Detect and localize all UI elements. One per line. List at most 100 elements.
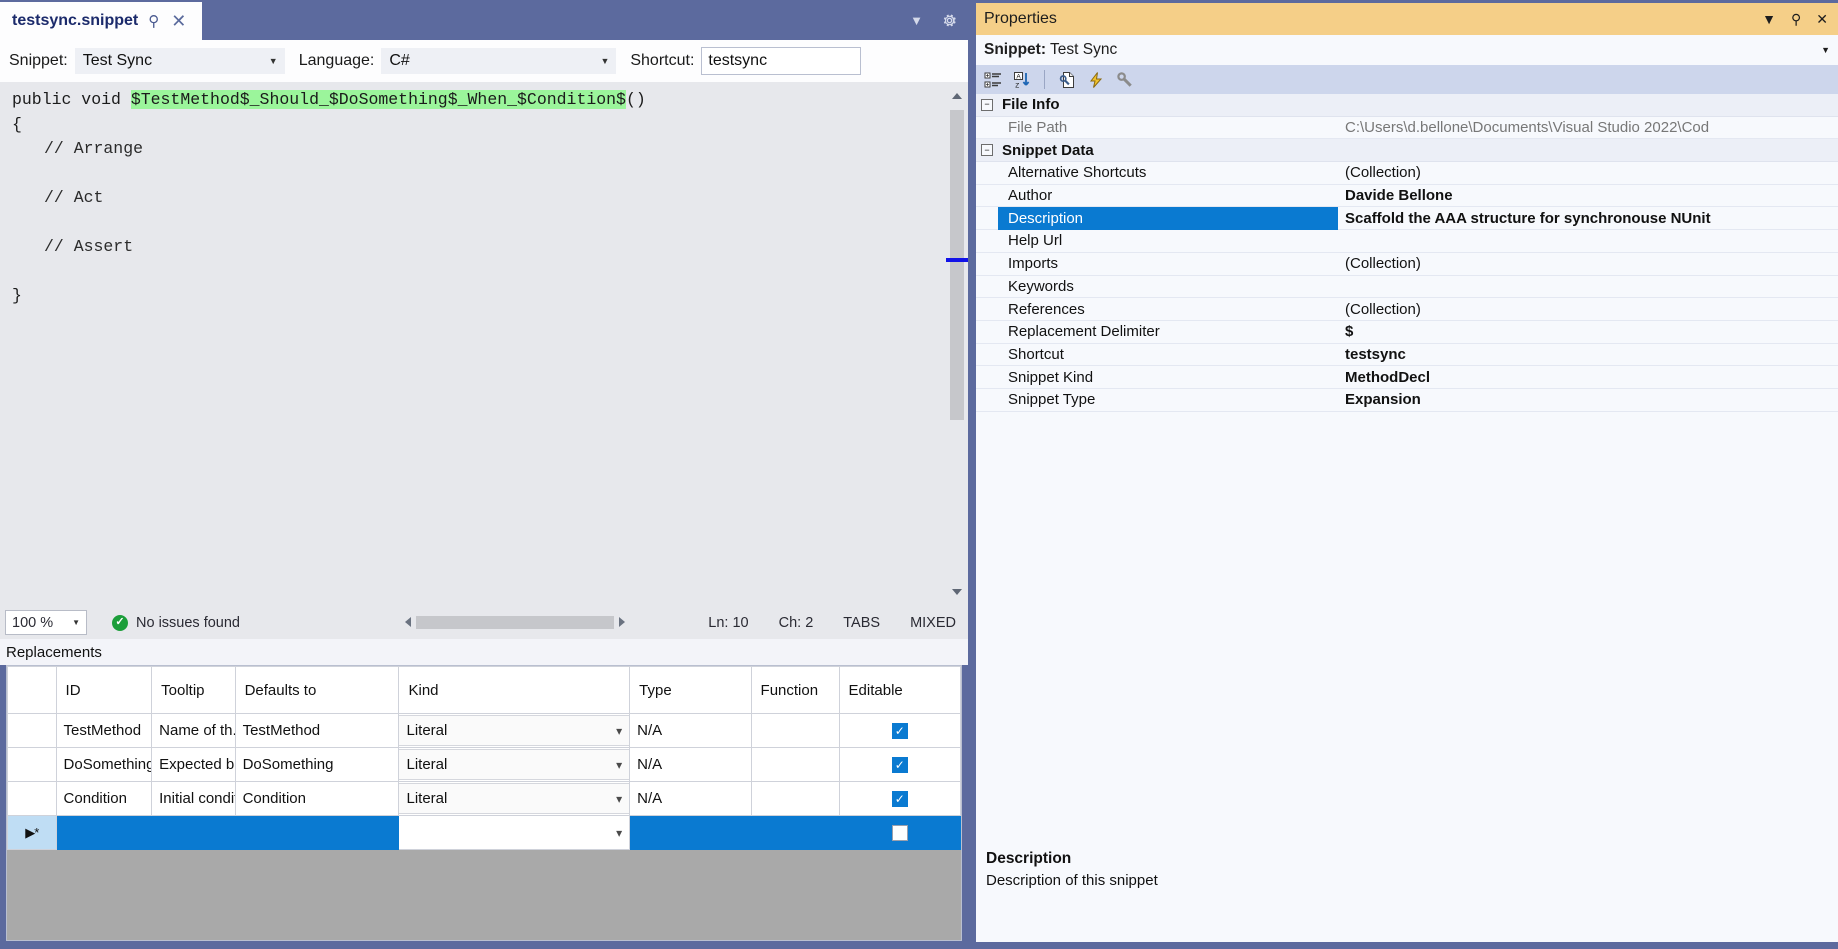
- property-category-file-info[interactable]: − File Info: [976, 94, 1838, 117]
- cell-defaults-to[interactable]: [234, 815, 400, 850]
- property-value[interactable]: (Collection): [1338, 164, 1838, 181]
- property-row-snippet-kind[interactable]: Snippet Kind MethodDecl: [976, 366, 1838, 389]
- shortcut-input[interactable]: testsync: [701, 47, 862, 75]
- property-row-replacement-delimiter[interactable]: Replacement Delimiter $: [976, 321, 1838, 344]
- properties-grid[interactable]: − File Info File Path C:\Users\d.bellone…: [976, 94, 1838, 842]
- row-marker[interactable]: [7, 781, 57, 816]
- categorized-icon[interactable]: [982, 69, 1004, 90]
- row-marker-new[interactable]: ▶*: [7, 815, 57, 850]
- language-combo[interactable]: C# ▼: [381, 48, 617, 74]
- table-row[interactable]: DoSomething Expected b... DoSomething Li…: [7, 747, 962, 782]
- cell-defaults-to[interactable]: DoSomething: [234, 747, 400, 782]
- chevron-down-icon[interactable]: ▾: [616, 826, 622, 840]
- cell-tooltip[interactable]: Expected b...: [151, 747, 236, 782]
- chevron-down-icon[interactable]: ▼: [1762, 12, 1776, 26]
- cell-type[interactable]: [629, 815, 752, 850]
- cell-kind[interactable]: Literal ▾: [398, 713, 631, 748]
- col-kind[interactable]: Kind: [398, 666, 631, 714]
- cell-kind[interactable]: ▾: [398, 815, 631, 850]
- property-row-snippet-type[interactable]: Snippet Type Expansion: [976, 389, 1838, 412]
- cell-type[interactable]: N/A: [629, 713, 752, 748]
- property-value[interactable]: Expansion: [1338, 391, 1838, 408]
- cell-defaults-to[interactable]: TestMethod: [234, 713, 400, 748]
- property-row-references[interactable]: References (Collection): [976, 298, 1838, 321]
- cell-kind[interactable]: Literal ▾: [398, 747, 631, 782]
- property-value[interactable]: $: [1338, 323, 1838, 340]
- events-icon[interactable]: [1085, 69, 1107, 90]
- scrollbar-thumb[interactable]: [950, 110, 964, 420]
- cell-function[interactable]: [750, 747, 840, 782]
- property-row-alternative-shortcuts[interactable]: Alternative Shortcuts (Collection): [976, 162, 1838, 185]
- cell-tooltip[interactable]: [151, 815, 236, 850]
- editor-horizontal-scrollbar[interactable]: [400, 611, 630, 633]
- property-row-help-url[interactable]: Help Url: [976, 230, 1838, 253]
- code-editor[interactable]: public void $TestMethod$_Should_$DoSomet…: [0, 82, 968, 606]
- chevron-down-icon[interactable]: ▼: [1821, 45, 1830, 55]
- cell-function[interactable]: [750, 815, 840, 850]
- collapse-toggle[interactable]: −: [976, 144, 998, 157]
- cell-defaults-to[interactable]: Condition: [234, 781, 400, 816]
- editable-checkbox[interactable]: ✓: [891, 756, 908, 773]
- cell-editable[interactable]: ✓: [838, 815, 962, 850]
- table-row[interactable]: Condition Initial condit... Condition Li…: [7, 781, 962, 816]
- col-id[interactable]: ID: [55, 666, 153, 714]
- property-row-keywords[interactable]: Keywords: [976, 276, 1838, 299]
- zoom-level-combo[interactable]: 100 % ▼: [5, 610, 87, 635]
- cell-editable[interactable]: ✓: [838, 781, 962, 816]
- cell-id[interactable]: Condition: [55, 781, 153, 816]
- collapse-toggle[interactable]: −: [976, 98, 998, 111]
- col-defaults-to[interactable]: Defaults to: [234, 666, 400, 714]
- issues-status[interactable]: ✓ No issues found: [112, 614, 240, 631]
- properties-page-icon[interactable]: [1056, 69, 1078, 90]
- replacements-grid[interactable]: ID Tooltip Defaults to Kind Type Functio…: [6, 665, 962, 941]
- editable-checkbox[interactable]: ✓: [891, 722, 908, 739]
- close-icon[interactable]: ✕: [171, 12, 186, 30]
- cell-function[interactable]: [750, 713, 840, 748]
- cell-editable[interactable]: ✓: [838, 747, 962, 782]
- property-row-description[interactable]: Description Scaffold the AAA structure f…: [976, 206, 1838, 231]
- property-category-snippet-data[interactable]: − Snippet Data: [976, 139, 1838, 163]
- table-row[interactable]: TestMethod Name of th... TestMethod Lite…: [7, 713, 962, 748]
- property-row-file-path[interactable]: File Path C:\Users\d.bellone\Documents\V…: [976, 117, 1838, 140]
- pin-icon[interactable]: ⚲: [1791, 12, 1801, 26]
- property-value[interactable]: MethodDecl: [1338, 369, 1838, 386]
- snippet-name-combo[interactable]: Test Sync ▼: [74, 48, 285, 74]
- gear-icon[interactable]: [941, 12, 958, 29]
- scroll-right-icon[interactable]: [614, 617, 630, 627]
- row-marker[interactable]: [7, 713, 57, 748]
- property-value[interactable]: testsync: [1338, 346, 1838, 363]
- chevron-down-icon[interactable]: ▾: [616, 758, 622, 772]
- property-pages-icon[interactable]: [1114, 69, 1136, 90]
- cell-function[interactable]: [750, 781, 840, 816]
- property-value[interactable]: Scaffold the AAA structure for synchrono…: [1338, 210, 1838, 227]
- alphabetical-icon[interactable]: AZ: [1011, 69, 1033, 90]
- cell-editable[interactable]: ✓: [838, 713, 962, 748]
- cell-tooltip[interactable]: Initial condit...: [151, 781, 236, 816]
- cell-kind[interactable]: Literal ▾: [398, 781, 631, 816]
- col-function[interactable]: Function: [750, 666, 840, 714]
- col-tooltip[interactable]: Tooltip: [151, 666, 236, 714]
- editable-checkbox[interactable]: ✓: [891, 824, 908, 841]
- property-value[interactable]: Davide Bellone: [1338, 187, 1838, 204]
- cell-tooltip[interactable]: Name of th...: [151, 713, 236, 748]
- properties-object-selector[interactable]: Snippet: Test Sync ▼: [976, 35, 1838, 65]
- cell-id[interactable]: DoSomething: [55, 747, 153, 782]
- editor-vertical-scrollbar[interactable]: [946, 82, 968, 606]
- col-editable[interactable]: Editable: [838, 666, 962, 714]
- cell-type[interactable]: N/A: [629, 781, 752, 816]
- scroll-down-icon[interactable]: [946, 582, 968, 602]
- hscroll-thumb[interactable]: [416, 615, 614, 629]
- cell-id[interactable]: TestMethod: [55, 713, 153, 748]
- chevron-down-icon[interactable]: ▾: [616, 724, 622, 738]
- chevron-down-icon[interactable]: ▼: [910, 13, 923, 28]
- property-value[interactable]: (Collection): [1338, 301, 1838, 318]
- close-icon[interactable]: ✕: [1816, 12, 1828, 26]
- document-tab-testsync-snippet[interactable]: testsync.snippet ⚲ ✕: [0, 2, 202, 40]
- scroll-left-icon[interactable]: [400, 617, 416, 627]
- property-row-shortcut[interactable]: Shortcut testsync: [976, 344, 1838, 367]
- pin-icon[interactable]: ⚲: [148, 14, 159, 29]
- property-row-imports[interactable]: Imports (Collection): [976, 253, 1838, 276]
- row-marker[interactable]: [7, 747, 57, 782]
- editable-checkbox[interactable]: ✓: [891, 790, 908, 807]
- scroll-up-icon[interactable]: [946, 86, 968, 106]
